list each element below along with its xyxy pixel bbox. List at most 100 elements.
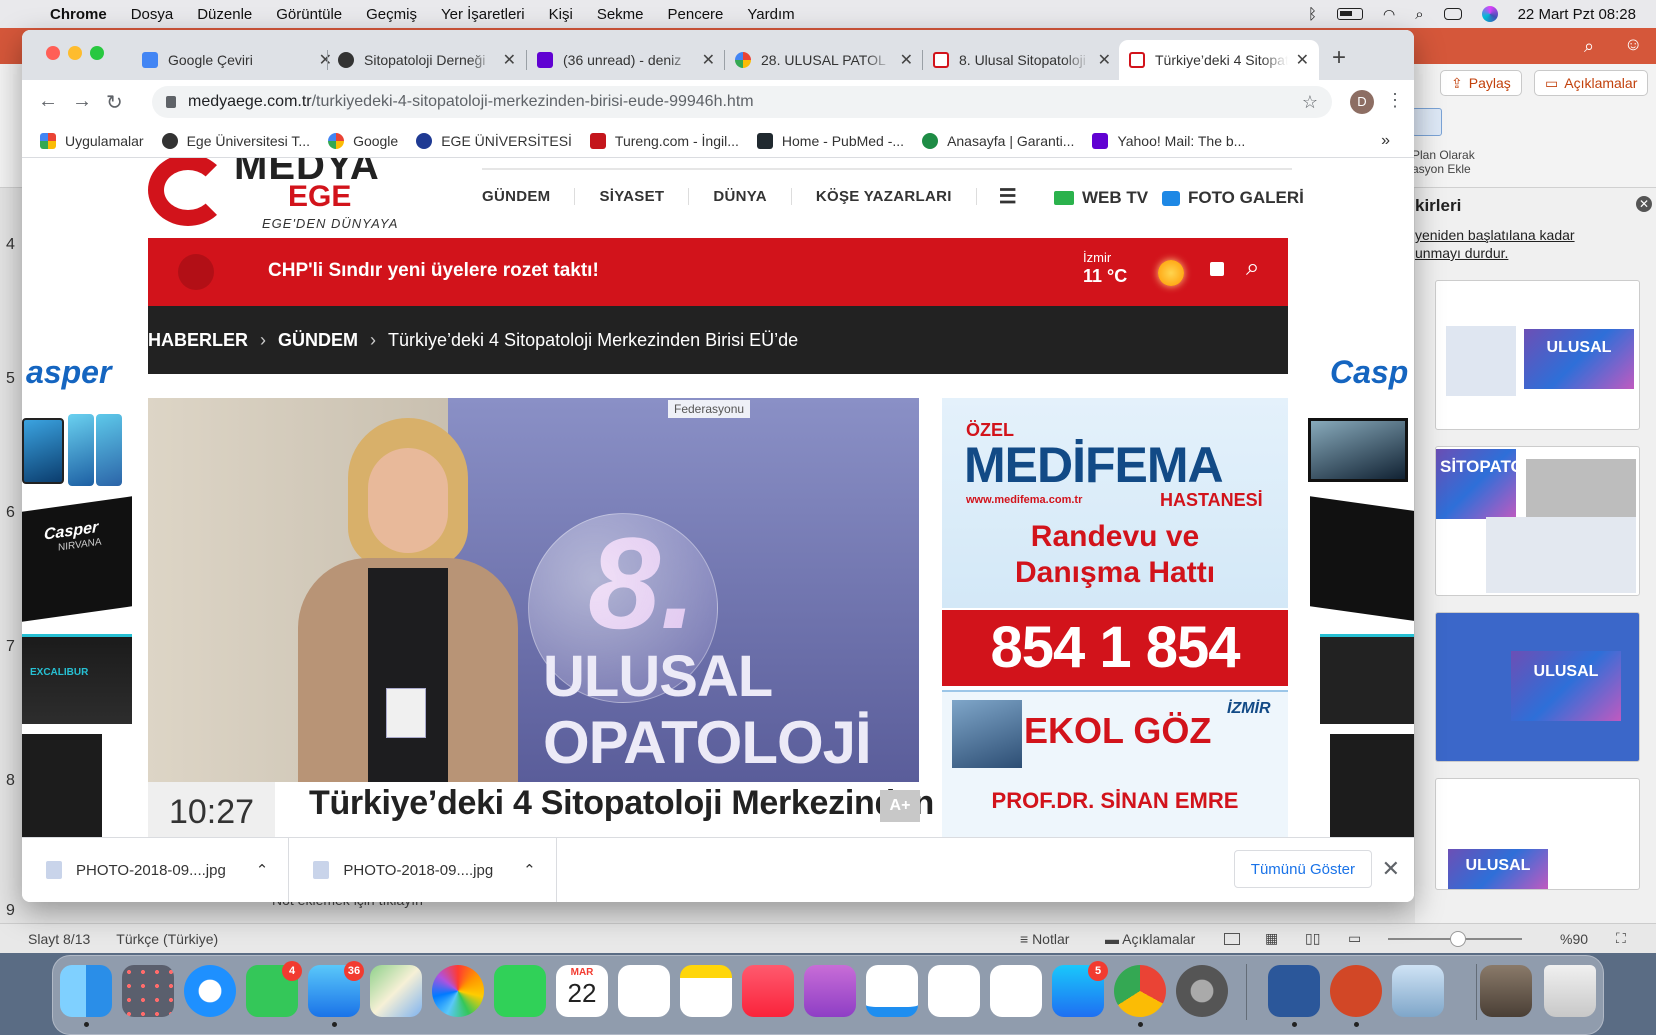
word-icon[interactable] xyxy=(1268,965,1320,1017)
new-tab-button[interactable]: + xyxy=(1332,44,1346,72)
ppt-design-thumb[interactable]: ULUSAL xyxy=(1435,280,1640,430)
ppt-comments-button[interactable]: ▭ Açıklamalar xyxy=(1534,70,1649,96)
search-icon[interactable]: ⌕ xyxy=(1246,254,1259,282)
pages-icon[interactable] xyxy=(990,965,1042,1017)
menu-item-kisi[interactable]: Kişi xyxy=(549,6,573,23)
chevron-up-icon[interactable]: ⌃ xyxy=(523,861,536,879)
tab-close-icon[interactable]: ✕ xyxy=(900,50,913,70)
medifema-ad[interactable]: ÖZEL MEDİFEMA www.medifema.com.tr HASTAN… xyxy=(942,398,1288,837)
nav-dunya[interactable]: DÜNYA xyxy=(689,188,792,205)
launchpad-icon[interactable] xyxy=(122,965,174,1017)
zoom-slider-thumb[interactable] xyxy=(1450,931,1466,947)
chrome-menu-icon[interactable]: ⋮ xyxy=(1386,90,1404,111)
keynote-icon[interactable] xyxy=(866,965,918,1017)
menu-item-yer-isaretleri[interactable]: Yer İşaretleri xyxy=(441,6,525,23)
tab-turkiyedeki-active[interactable]: Türkiye’deki 4 Sitopatoloji ✕ xyxy=(1119,40,1319,80)
reading-view-icon[interactable]: ▯▯ xyxy=(1305,930,1320,947)
menu-item-dosya[interactable]: Dosya xyxy=(131,6,174,23)
bookmark-ege-universitesi-2[interactable]: EGE ÜNİVERSİTESİ xyxy=(416,132,572,149)
fit-slide-icon[interactable]: ⛶ xyxy=(1616,930,1626,947)
nav-siyaset[interactable]: SİYASET xyxy=(575,188,690,205)
photos-icon[interactable] xyxy=(432,965,484,1017)
menu-bar-clock[interactable]: 22 Mart Pzt 08:28 xyxy=(1518,6,1636,23)
bookmark-uygulamalar[interactable]: Uygulamalar xyxy=(40,132,144,149)
ppt-pane-close-icon[interactable]: ✕ xyxy=(1636,196,1652,212)
ppt-design-thumb[interactable]: ULUSAL xyxy=(1435,612,1640,762)
breadcrumb-gundem[interactable]: GÜNDEM xyxy=(278,330,358,351)
bookmark-pubmed[interactable]: Home - PubMed -... xyxy=(756,132,904,149)
zoom-window-button[interactable] xyxy=(90,46,104,60)
powerpoint-icon[interactable] xyxy=(1330,965,1382,1017)
bookmark-ege-universitesi[interactable]: Ege Üniversitesi T... xyxy=(161,132,310,149)
ppt-pane-link[interactable]: yeniden başlatılana kadar unmayı durdur. xyxy=(1415,226,1575,262)
web-tv-link[interactable]: WEB TV xyxy=(1054,188,1148,208)
bookmark-star-icon[interactable]: ☆ xyxy=(1302,92,1318,113)
menu-item-duzenle[interactable]: Düzenle xyxy=(197,6,252,23)
bookmark-garanti[interactable]: Anasayfa | Garanti... xyxy=(922,132,1074,149)
ppt-smiley-icon[interactable]: ☺ xyxy=(1624,34,1642,55)
system-preferences-icon[interactable] xyxy=(1176,965,1228,1017)
font-size-increase-button[interactable]: A+ xyxy=(880,790,920,822)
downloads-stack-icon[interactable] xyxy=(1480,965,1532,1017)
left-side-ad[interactable]: asper Casper NIRVANA EXCALIBUR xyxy=(22,344,136,837)
chevron-up-icon[interactable]: ⌃ xyxy=(256,861,269,879)
close-window-button[interactable] xyxy=(46,46,60,60)
ppt-add-plan-label[interactable]: Plan Olarak asyon Ekle xyxy=(1412,148,1475,176)
back-arrow-icon[interactable]: ← xyxy=(38,90,58,113)
close-icon[interactable]: ✕ xyxy=(1382,856,1400,882)
profile-avatar[interactable]: D xyxy=(1350,90,1374,114)
finder-icon[interactable] xyxy=(60,965,112,1017)
menu-app-name[interactable]: Chrome xyxy=(50,6,107,23)
ppt-share-button[interactable]: ⇪ Paylaş xyxy=(1440,70,1522,96)
minimize-window-button[interactable] xyxy=(68,46,82,60)
tab-close-icon[interactable]: ✕ xyxy=(1098,50,1111,70)
bookmark-yahoo-mail[interactable]: Yahoo! Mail: The b... xyxy=(1092,132,1245,149)
tab-close-icon[interactable]: ✕ xyxy=(503,50,516,70)
ppt-add-plan-icon[interactable] xyxy=(1412,108,1442,136)
maps-icon[interactable] xyxy=(370,965,422,1017)
preview-icon[interactable] xyxy=(1392,965,1444,1017)
ppt-notes-button[interactable]: ≡ Notlar xyxy=(1020,931,1069,947)
nav-kose-yazarlari[interactable]: KÖŞE YAZARLARI xyxy=(792,188,977,205)
normal-view-icon[interactable] xyxy=(1224,932,1240,945)
address-bar[interactable]: medyaege.com.tr/turkiyedeki-4-sitopatolo… xyxy=(152,86,1332,118)
tab-ulusal-sitopatoloji[interactable]: 8. Ulusal Sitopatoloji ✕ xyxy=(923,40,1121,80)
download-item[interactable]: PHOTO-2018-09....jpg ⌃ xyxy=(22,837,290,902)
trash-icon[interactable] xyxy=(1544,965,1596,1017)
podcasts-icon[interactable] xyxy=(804,965,856,1017)
menu-item-sekme[interactable]: Sekme xyxy=(597,6,644,23)
foto-galeri-link[interactable]: FOTO GALERİ xyxy=(1162,188,1304,208)
menu-item-gecmis[interactable]: Geçmiş xyxy=(366,6,417,23)
music-icon[interactable] xyxy=(742,965,794,1017)
download-item[interactable]: PHOTO-2018-09....jpg ⌃ xyxy=(289,837,557,902)
tab-ulusal-patoloji[interactable]: 28. ULUSAL PATOL ✕ xyxy=(725,40,923,80)
nav-menu-icon[interactable]: ☰ xyxy=(977,184,1017,209)
forward-arrow-icon[interactable]: → xyxy=(72,90,92,113)
menu-item-pencere[interactable]: Pencere xyxy=(668,6,724,23)
spotlight-search-icon[interactable]: ⌕ xyxy=(1415,6,1423,23)
zoom-slider[interactable] xyxy=(1388,931,1522,947)
control-center-icon[interactable] xyxy=(1443,8,1462,20)
menu-item-goruntule[interactable]: Görüntüle xyxy=(276,6,342,23)
site-logo[interactable]: MEDYA EGE EGE'DEN DÜNYAYA xyxy=(148,158,428,238)
wifi-icon[interactable]: ◠ xyxy=(1383,6,1395,23)
ppt-zoom-level[interactable]: %90 xyxy=(1560,931,1588,947)
ticker-headline[interactable]: CHP'li Sındır yeni üyelere rozet taktı! xyxy=(268,260,599,282)
facetime-icon[interactable] xyxy=(494,965,546,1017)
slideshow-icon[interactable]: ▭ xyxy=(1348,930,1361,947)
bookmark-google[interactable]: Google xyxy=(328,132,398,149)
bookmarks-overflow-button[interactable]: » xyxy=(1381,132,1390,150)
breadcrumb-haberler[interactable]: HABERLER xyxy=(148,330,248,351)
tab-close-icon[interactable]: ✕ xyxy=(1296,50,1309,70)
bookmark-tureng[interactable]: Tureng.com - İngil... xyxy=(589,132,739,149)
calendar-icon[interactable]: MAR 22 xyxy=(556,965,608,1017)
battery-icon[interactable] xyxy=(1336,8,1363,20)
tab-sitopatoloji-dernegi[interactable]: Sitopatoloji Derneği ✕ xyxy=(328,40,526,80)
chrome-icon[interactable] xyxy=(1114,965,1166,1017)
lock-icon[interactable] xyxy=(166,96,176,108)
tab-yahoo-mail[interactable]: (36 unread) - deniz ✕ xyxy=(527,40,725,80)
reminders-icon[interactable] xyxy=(618,965,670,1017)
siri-icon[interactable] xyxy=(1481,6,1498,22)
nav-gundem[interactable]: GÜNDEM xyxy=(482,188,576,205)
ppt-design-thumb[interactable]: ULUSAL xyxy=(1435,778,1640,890)
